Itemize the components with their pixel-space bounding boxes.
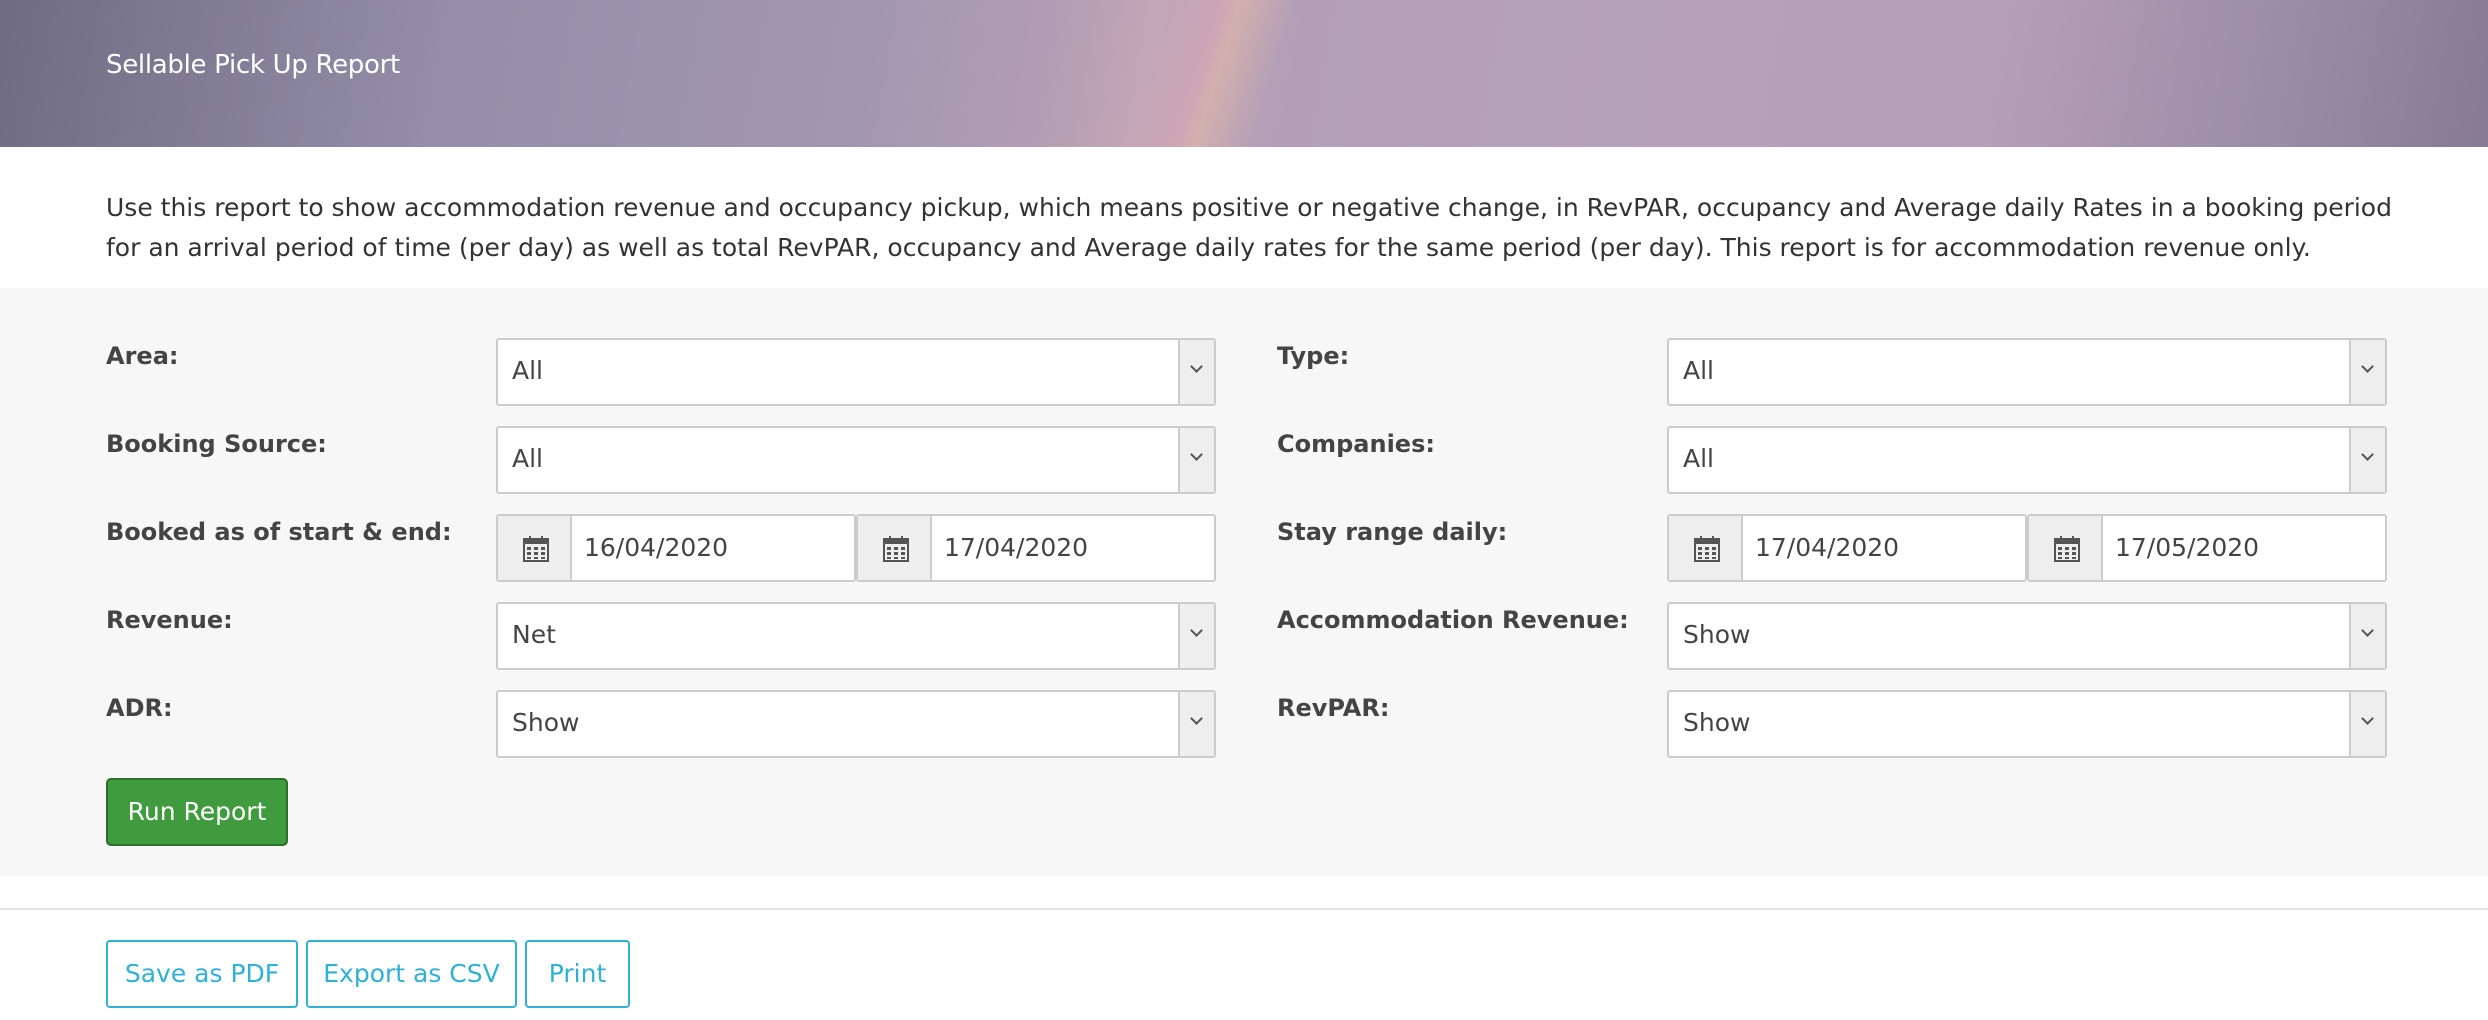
booked-as-of-label: Booked as of start & end:: [106, 518, 452, 546]
page-header: Sellable Pick Up Report: [0, 0, 2488, 147]
header-rainbow-decoration: [1117, 0, 1303, 147]
revenue-label: Revenue:: [106, 606, 233, 634]
type-select[interactable]: All: [1667, 338, 2387, 406]
chevron-down-icon: [1178, 428, 1214, 492]
chevron-down-icon: [2349, 428, 2385, 492]
booked-end-date-input[interactable]: 17/04/2020: [856, 514, 1216, 582]
booking-source-select[interactable]: All: [496, 426, 1216, 494]
adr-label: ADR:: [106, 694, 173, 722]
chevron-down-icon: [1178, 340, 1214, 404]
filter-panel: Area: All Type: All Booking Source: All …: [0, 288, 2488, 876]
companies-label: Companies:: [1277, 430, 1435, 458]
area-select-value: All: [512, 356, 543, 385]
booked-start-date-input[interactable]: 16/04/2020: [496, 514, 856, 582]
chevron-down-icon: [2349, 604, 2385, 668]
revpar-label: RevPAR:: [1277, 694, 1390, 722]
section-divider: [0, 908, 2488, 910]
adr-select-value: Show: [512, 708, 580, 737]
chevron-down-icon: [2349, 692, 2385, 756]
companies-select[interactable]: All: [1667, 426, 2387, 494]
revenue-select[interactable]: Net: [496, 602, 1216, 670]
accommodation-revenue-select-value: Show: [1683, 620, 1751, 649]
accommodation-revenue-label: Accommodation Revenue:: [1277, 606, 1629, 634]
type-select-value: All: [1683, 356, 1714, 385]
type-label: Type:: [1277, 342, 1350, 370]
save-pdf-button[interactable]: Save as PDF: [106, 940, 298, 1008]
print-button[interactable]: Print: [525, 940, 630, 1008]
revenue-select-value: Net: [512, 620, 556, 649]
report-description: Use this report to show accommodation re…: [106, 193, 2392, 262]
area-select[interactable]: All: [496, 338, 1216, 406]
export-csv-button[interactable]: Export as CSV: [306, 940, 517, 1008]
revpar-select[interactable]: Show: [1667, 690, 2387, 758]
stay-range-label: Stay range daily:: [1277, 518, 1508, 546]
calendar-icon[interactable]: [1669, 516, 1743, 580]
calendar-icon[interactable]: [858, 516, 932, 580]
stay-start-date-input[interactable]: 17/04/2020: [1667, 514, 2027, 582]
chevron-down-icon: [1178, 692, 1214, 756]
page-title: Sellable Pick Up Report: [106, 50, 400, 80]
run-report-button[interactable]: Run Report: [106, 778, 288, 846]
booking-source-select-value: All: [512, 444, 543, 473]
booking-source-label: Booking Source:: [106, 430, 327, 458]
stay-end-date-input[interactable]: 17/05/2020: [2027, 514, 2387, 582]
revpar-select-value: Show: [1683, 708, 1751, 737]
area-label: Area:: [106, 342, 179, 370]
booked-end-date-value: 17/04/2020: [944, 533, 1089, 562]
calendar-icon[interactable]: [2029, 516, 2103, 580]
companies-select-value: All: [1683, 444, 1714, 473]
calendar-icon[interactable]: [498, 516, 572, 580]
booked-start-date-value: 16/04/2020: [584, 533, 729, 562]
stay-end-date-value: 17/05/2020: [2115, 533, 2260, 562]
accommodation-revenue-select[interactable]: Show: [1667, 602, 2387, 670]
adr-select[interactable]: Show: [496, 690, 1216, 758]
stay-start-date-value: 17/04/2020: [1755, 533, 1900, 562]
chevron-down-icon: [1178, 604, 1214, 668]
chevron-down-icon: [2349, 340, 2385, 404]
